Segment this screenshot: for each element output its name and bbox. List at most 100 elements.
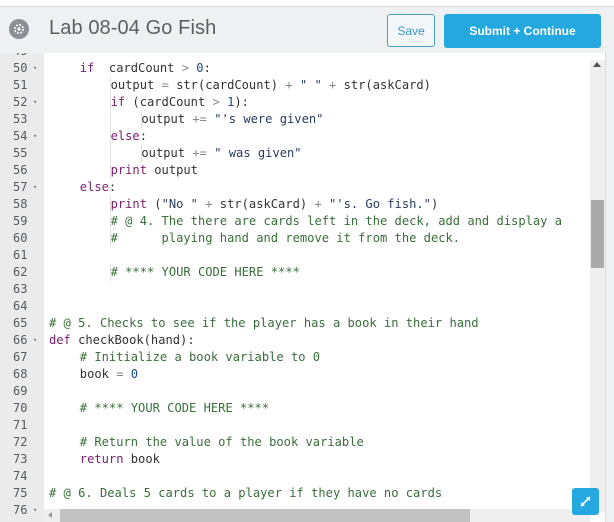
line-number: 62	[13, 265, 28, 279]
code-line[interactable]: 59 # @ 4. The there are cards left in the…	[0, 213, 605, 230]
code-token: " was given"	[214, 146, 302, 160]
code-text: def checkBook(hand):	[49, 332, 195, 349]
code-token: " "	[299, 78, 322, 92]
vertical-scrollbar[interactable]	[590, 60, 605, 512]
code-line[interactable]: 53 output += "'s were given"	[0, 111, 605, 128]
code-line[interactable]: 49	[0, 53, 605, 60]
code-token: +	[205, 197, 213, 211]
scroll-left-arrow-icon[interactable]	[48, 512, 52, 518]
code-line[interactable]: 55 output += " was given"	[0, 145, 605, 162]
code-token: book	[123, 452, 160, 466]
code-text: output += "'s were given"	[141, 111, 323, 128]
code-token: "'s were given"	[214, 112, 324, 126]
code-line[interactable]: 50 ▾ if cardCount > 0:	[0, 60, 605, 77]
fold-arrow-icon[interactable]: ▾	[33, 94, 37, 111]
line-number: 50	[13, 61, 28, 75]
indent-guide	[140, 111, 142, 128]
code-token: +=	[192, 112, 207, 126]
scroll-up-arrow-icon[interactable]	[593, 62, 601, 67]
code-text: output = str(cardCount) + " " + str(askC…	[111, 77, 431, 94]
expand-icon	[580, 496, 591, 507]
code-line[interactable]: 72 # Return the value of the book variabl…	[0, 434, 605, 451]
page-title: Lab 08-04 Go Fish	[49, 17, 217, 39]
indent-guide	[109, 162, 111, 179]
code-line[interactable]: 62 # **** YOUR CODE HERE ****	[0, 264, 605, 281]
line-number: 73	[13, 452, 28, 466]
submit-continue-button[interactable]: Submit + Continue	[444, 14, 601, 48]
code-token: :	[108, 180, 117, 194]
code-line[interactable]: 70 # **** YOUR CODE HERE ****	[0, 400, 605, 417]
line-number: 61	[13, 248, 28, 262]
code-line[interactable]: 63	[0, 281, 605, 298]
code-line[interactable]: 66 ▾ def checkBook(hand):	[0, 332, 605, 349]
code-line[interactable]: 61	[0, 247, 605, 264]
line-number: 59	[13, 214, 28, 228]
code-token: "No "	[161, 197, 198, 211]
gear-icon[interactable]	[9, 19, 29, 39]
code-line[interactable]: 54 ▾ else:	[0, 128, 605, 145]
code-token: checkBook(hand):	[70, 333, 195, 347]
code-token: # @ 5. Checks to see if the player has a…	[49, 316, 479, 330]
code-token: =	[161, 78, 169, 92]
code-line[interactable]: 57 ▾ else:	[0, 179, 605, 196]
line-number: 74	[13, 469, 28, 483]
horizontal-scroll-thumb[interactable]	[60, 509, 470, 522]
line-number: 64	[13, 299, 28, 313]
line-number: 72	[13, 435, 28, 449]
code-line[interactable]: 52 ▾ if (cardCount > 1):	[0, 94, 605, 111]
code-token: cardCount	[94, 61, 182, 75]
code-line[interactable]: 74	[0, 468, 605, 485]
code-token: output	[147, 163, 198, 177]
code-token: (	[147, 197, 162, 211]
code-token: output	[141, 112, 193, 126]
vertical-scroll-thumb[interactable]	[591, 200, 604, 268]
code-text: # playing hand and remove it from the de…	[111, 230, 461, 247]
fold-arrow-icon[interactable]: ▾	[33, 502, 37, 519]
indent-guide	[140, 145, 142, 162]
code-line[interactable]: 73 return book	[0, 451, 605, 468]
code-token: (cardCount	[125, 95, 213, 109]
code-line[interactable]: 67 # Initialize a book variable to 0	[0, 349, 605, 366]
fold-arrow-icon[interactable]: ▾	[33, 128, 37, 145]
code-line[interactable]: 69	[0, 383, 605, 400]
indent-guide	[109, 145, 111, 162]
code-text: # **** YOUR CODE HERE ****	[80, 400, 269, 417]
fold-arrow-icon[interactable]: ▾	[33, 332, 37, 349]
code-line[interactable]: 58 print ("No " + str(askCard) + "'s. Go …	[0, 196, 605, 213]
save-button[interactable]: Save	[387, 14, 435, 47]
line-number: 56	[13, 163, 28, 177]
line-number: 54	[13, 129, 28, 143]
fold-arrow-icon[interactable]: ▾	[33, 60, 37, 77]
code-text: # @ 5. Checks to see if the player has a…	[49, 315, 479, 332]
code-line[interactable]: 75 # @ 6. Deals 5 cards to a player if th…	[0, 485, 605, 502]
code-token: print	[110, 163, 147, 177]
code-token: str(askCard)	[212, 197, 315, 211]
line-number: 53	[13, 112, 28, 126]
line-number: 57	[13, 180, 28, 194]
code-line[interactable]: 71	[0, 417, 605, 434]
code-token: >	[181, 61, 190, 75]
code-editor[interactable]: 4950 ▾ if cardCount > 0: 51 output = str(car…	[0, 53, 605, 522]
code-line[interactable]: 68 book = 0	[0, 366, 605, 383]
code-line[interactable]: 60 # playing hand and remove it from the …	[0, 230, 605, 247]
code-text: if cardCount > 0:	[80, 60, 211, 77]
code-line[interactable]: 51 output = str(cardCount) + " " + str(as…	[0, 77, 605, 94]
code-token: :	[203, 61, 211, 75]
code-token: +	[314, 197, 322, 211]
code-lines: 4950 ▾ if cardCount > 0: 51 output = str(car…	[0, 53, 605, 519]
code-token: ):	[234, 95, 249, 109]
expand-button[interactable]	[572, 488, 599, 515]
code-line[interactable]: 56 print output	[0, 162, 605, 179]
horizontal-scrollbar[interactable]	[44, 509, 590, 522]
code-text: # Initialize a book variable to 0	[80, 349, 320, 366]
line-number: 51	[13, 78, 28, 92]
code-line[interactable]: 64	[0, 298, 605, 315]
indent-guide	[109, 213, 111, 230]
fold-arrow-icon[interactable]: ▾	[33, 179, 37, 196]
code-line[interactable]: 65 # @ 5. Checks to see if the player has…	[0, 315, 605, 332]
code-text: # @ 6. Deals 5 cards to a player if they…	[49, 485, 442, 502]
line-number: 66	[13, 333, 28, 347]
